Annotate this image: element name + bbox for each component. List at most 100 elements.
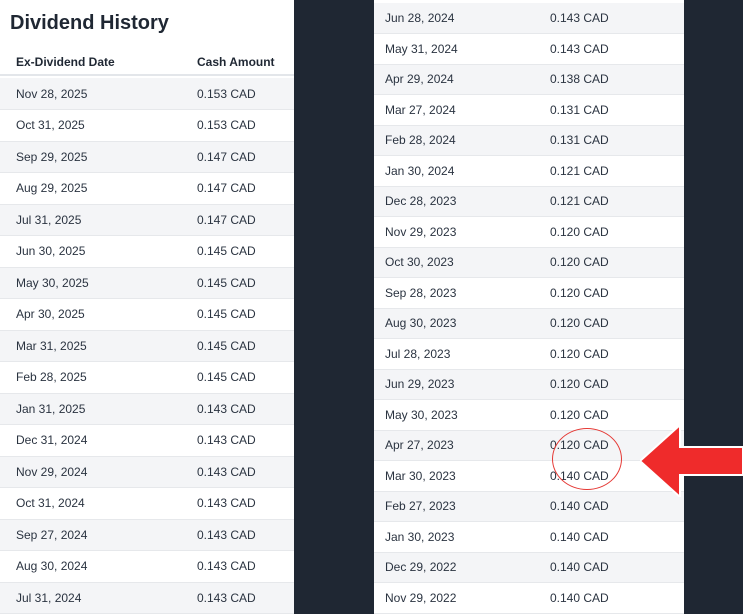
red-arrow-icon [640,425,743,497]
ex-dividend-date-cell: Nov 28, 2025 [0,78,197,110]
ex-dividend-date-cell: Aug 29, 2025 [0,172,197,205]
cash-amount-cell: 0.143 CAD [197,582,294,614]
table-row: Apr 30, 2025 0.145 CAD [0,298,294,331]
table-row: Jan 30, 2024 0.121 CAD [374,155,684,187]
ex-dividend-date-cell: Jan 30, 2023 [374,521,550,553]
cash-amount-cell: 0.120 CAD [550,338,684,370]
ex-dividend-date-cell: Feb 27, 2023 [374,491,550,522]
table-row: Jan 31, 2025 0.143 CAD [0,393,294,425]
ex-dividend-date-cell: Jul 28, 2023 [374,338,550,370]
cash-amount-cell: 0.143 CAD [550,33,684,65]
ex-dividend-date-cell: Sep 28, 2023 [374,277,550,309]
table-row: Aug 29, 2025 0.147 CAD [0,172,294,205]
cash-amount-cell: 0.143 CAD [197,550,294,583]
dividend-table-left: Nov 28, 2025 0.153 CAD Oct 31, 2025 0.153 C… [0,78,294,614]
table-row: Sep 28, 2023 0.120 CAD [374,277,684,309]
dividend-history-panel-right: Jun 28, 2024 0.143 CAD May 31, 2024 0.143 C… [374,0,684,614]
table-row: Aug 30, 2024 0.143 CAD [0,550,294,583]
table-row: Dec 28, 2023 0.121 CAD [374,186,684,217]
ex-dividend-date-cell: Sep 29, 2025 [0,141,197,173]
table-row: Mar 31, 2025 0.145 CAD [0,330,294,362]
column-header-ex-dividend-date[interactable]: Ex-Dividend Date [16,55,115,69]
cash-amount-cell: 0.145 CAD [197,330,294,362]
cash-amount-cell: 0.138 CAD [550,64,684,95]
ex-dividend-date-cell: May 30, 2025 [0,267,197,299]
cash-amount-cell: 0.143 CAD [197,393,294,425]
ex-dividend-date-cell: Mar 27, 2024 [374,94,550,126]
cash-amount-cell: 0.120 CAD [550,247,684,278]
cash-amount-cell: 0.143 CAD [197,487,294,520]
cash-amount-cell: 0.145 CAD [197,267,294,299]
table-row: Nov 29, 2022 0.140 CAD [374,582,684,614]
ex-dividend-date-cell: Nov 29, 2024 [0,456,197,488]
table-row: May 31, 2024 0.143 CAD [374,33,684,65]
cash-amount-cell: 0.120 CAD [550,369,684,400]
ex-dividend-date-cell: Nov 29, 2023 [374,216,550,248]
table-row: Jun 28, 2024 0.143 CAD [374,3,684,34]
table-row: Sep 29, 2025 0.147 CAD [0,141,294,173]
table-row: May 30, 2025 0.145 CAD [0,267,294,299]
cash-amount-cell: 0.153 CAD [197,109,294,142]
cash-amount-cell: 0.147 CAD [197,172,294,205]
ex-dividend-date-cell: Oct 31, 2024 [0,487,197,520]
table-row: Feb 27, 2023 0.140 CAD [374,491,684,522]
ex-dividend-date-cell: Mar 31, 2025 [0,330,197,362]
table-row: Jul 28, 2023 0.120 CAD [374,338,684,370]
ex-dividend-date-cell: Apr 29, 2024 [374,64,550,95]
ex-dividend-date-cell: Dec 31, 2024 [0,424,197,457]
ex-dividend-date-cell: Jan 31, 2025 [0,393,197,425]
page-title: Dividend History [10,12,169,34]
table-row: Nov 28, 2025 0.153 CAD [0,78,294,110]
ex-dividend-date-cell: Oct 30, 2023 [374,247,550,278]
table-row: Apr 27, 2023 0.120 CAD [374,430,684,461]
table-header: Ex-Dividend Date Cash Amount [0,46,294,76]
table-row: Dec 29, 2022 0.140 CAD [374,552,684,583]
ex-dividend-date-cell: Nov 29, 2022 [374,582,550,614]
ex-dividend-date-cell: Dec 29, 2022 [374,552,550,583]
ex-dividend-date-cell: Feb 28, 2024 [374,125,550,156]
ex-dividend-date-cell: Aug 30, 2024 [0,550,197,583]
ex-dividend-date-cell: Jun 30, 2025 [0,235,197,268]
table-row: Feb 28, 2024 0.131 CAD [374,125,684,156]
cash-amount-cell: 0.140 CAD [550,582,684,614]
table-row: Oct 31, 2025 0.153 CAD [0,109,294,142]
cash-amount-cell: 0.131 CAD [550,125,684,156]
ex-dividend-date-cell: May 31, 2024 [374,33,550,65]
cash-amount-cell: 0.120 CAD [550,277,684,309]
ex-dividend-date-cell: May 30, 2023 [374,399,550,431]
cash-amount-cell: 0.145 CAD [197,298,294,331]
ex-dividend-date-cell: Jul 31, 2025 [0,204,197,236]
ex-dividend-date-cell: Apr 30, 2025 [0,298,197,331]
ex-dividend-date-cell: Dec 28, 2023 [374,186,550,217]
table-row: Oct 31, 2024 0.143 CAD [0,487,294,520]
ex-dividend-date-cell: Aug 30, 2023 [374,308,550,339]
cash-amount-cell: 0.143 CAD [197,456,294,488]
table-row: Feb 28, 2025 0.145 CAD [0,361,294,394]
ex-dividend-date-cell: Jun 28, 2024 [374,3,550,34]
table-row: Aug 30, 2023 0.120 CAD [374,308,684,339]
table-row: Jul 31, 2024 0.143 CAD [0,582,294,614]
ex-dividend-date-cell: Sep 27, 2024 [0,519,197,551]
table-row: Apr 29, 2024 0.138 CAD [374,64,684,95]
cash-amount-cell: 0.143 CAD [550,3,684,34]
table-row: Mar 27, 2024 0.131 CAD [374,94,684,126]
column-header-cash-amount[interactable]: Cash Amount [197,55,275,69]
dividend-table-right: Jun 28, 2024 0.143 CAD May 31, 2024 0.143 C… [374,3,684,614]
cash-amount-cell: 0.147 CAD [197,141,294,173]
cash-amount-cell: 0.143 CAD [197,424,294,457]
table-row: Nov 29, 2024 0.143 CAD [0,456,294,488]
cash-amount-cell: 0.147 CAD [197,204,294,236]
table-row: Mar 30, 2023 0.140 CAD [374,460,684,492]
cash-amount-cell: 0.145 CAD [197,235,294,268]
table-row: Nov 29, 2023 0.120 CAD [374,216,684,248]
cash-amount-cell: 0.140 CAD [550,552,684,583]
cash-amount-cell: 0.145 CAD [197,361,294,394]
cash-amount-cell: 0.143 CAD [197,519,294,551]
cash-amount-cell: 0.121 CAD [550,155,684,187]
ex-dividend-date-cell: Oct 31, 2025 [0,109,197,142]
cash-amount-cell: 0.120 CAD [550,216,684,248]
table-row: May 30, 2023 0.120 CAD [374,399,684,431]
table-row: Jun 30, 2025 0.145 CAD [0,235,294,268]
cash-amount-cell: 0.140 CAD [550,521,684,553]
table-row: Sep 27, 2024 0.143 CAD [0,519,294,551]
